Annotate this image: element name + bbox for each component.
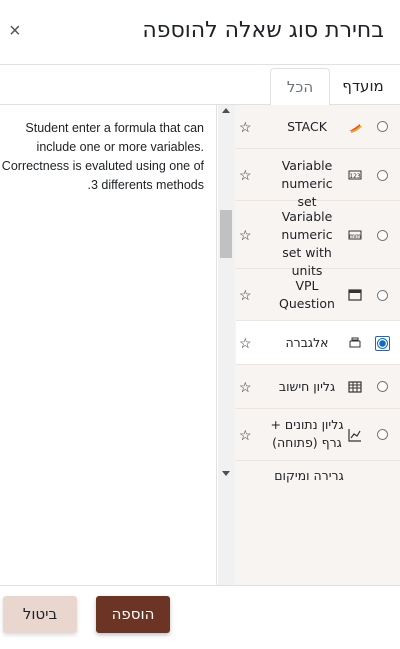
svg-text:mm: mm (349, 233, 361, 240)
question-type-item-algebra[interactable]: אלגברה ☆ (236, 321, 400, 365)
star-icon[interactable]: ☆ (239, 428, 253, 442)
tab-all[interactable]: הכל (270, 68, 330, 106)
radio-button[interactable] (377, 121, 388, 132)
question-type-description: Student enter a formula that can include… (1, 121, 204, 192)
star-icon[interactable]: ☆ (239, 288, 253, 302)
tab-favorites[interactable]: מועדף (334, 68, 392, 105)
scrollbar[interactable] (218, 105, 235, 585)
question-type-item-vpl[interactable]: VPL Question ☆ (236, 269, 400, 321)
question-type-name: גליון חישוב (278, 379, 336, 394)
question-type-name: גליון נתונים + גרף (פתוחה) (270, 417, 344, 450)
star-icon[interactable]: ☆ (239, 120, 253, 134)
question-type-item-drag-drop[interactable]: גרירה ומיקום (236, 461, 400, 505)
cancel-button[interactable]: ביטול (3, 596, 77, 633)
svg-text:123: 123 (349, 173, 361, 180)
question-type-name: STACK (287, 119, 327, 134)
question-type-item-data-chart[interactable]: גליון נתונים + גרף (פתוחה) ☆ (236, 409, 400, 461)
question-type-list[interactable]: STACK ☆ 123 Variable numeric set ☆ mm Va… (218, 105, 400, 585)
stack-icon (348, 120, 362, 134)
dialog-title: בחירת סוג שאלה להוספה (142, 18, 384, 43)
radio-button[interactable] (377, 290, 388, 301)
question-type-item-variable-numeric-set[interactable]: 123 Variable numeric set ☆ (236, 149, 400, 209)
scroll-down-arrow-icon[interactable] (222, 471, 230, 476)
radio-button[interactable] (377, 429, 388, 440)
question-type-name: VPL Question (279, 278, 335, 311)
star-icon[interactable]: ☆ (239, 336, 253, 350)
radio-button[interactable] (377, 381, 388, 392)
description-pane: Student enter a formula that can include… (0, 105, 217, 585)
question-type-item-stack[interactable]: STACK ☆ (236, 105, 400, 149)
question-type-item-spreadsheet[interactable]: גליון חישוב ☆ (236, 365, 400, 409)
add-button[interactable]: הוספה (96, 596, 170, 633)
star-icon[interactable]: ☆ (239, 380, 253, 394)
question-type-name: אלגברה (285, 335, 329, 350)
close-icon[interactable]: × (9, 20, 21, 42)
dialog-header: בחירת סוג שאלה להוספה × (0, 0, 400, 65)
variable-numeric-icon: 123 (348, 168, 362, 182)
star-icon[interactable]: ☆ (239, 168, 253, 182)
radio-button[interactable] (377, 230, 388, 241)
spreadsheet-icon (348, 380, 362, 394)
tab-label: מועדף (342, 77, 384, 95)
algebra-icon (348, 336, 362, 350)
tabs-bar: מועדף הכל (0, 65, 400, 106)
chart-icon (348, 428, 362, 442)
scrollbar-thumb[interactable] (220, 210, 232, 258)
radio-button-selected[interactable] (375, 336, 390, 351)
chooser-panel: Student enter a formula that can include… (0, 105, 400, 585)
scroll-up-arrow-icon[interactable] (222, 108, 230, 113)
tab-label: הכל (286, 78, 314, 96)
star-icon[interactable]: ☆ (239, 228, 253, 242)
variable-units-icon: mm (348, 228, 362, 242)
question-type-name: גרירה ומיקום (274, 468, 344, 483)
vpl-icon (348, 288, 362, 302)
question-type-item-variable-units[interactable]: mm Variable numeric set with units ☆ (236, 201, 400, 278)
dialog-footer: הוספה ביטול (0, 585, 400, 649)
radio-button[interactable] (377, 170, 388, 181)
